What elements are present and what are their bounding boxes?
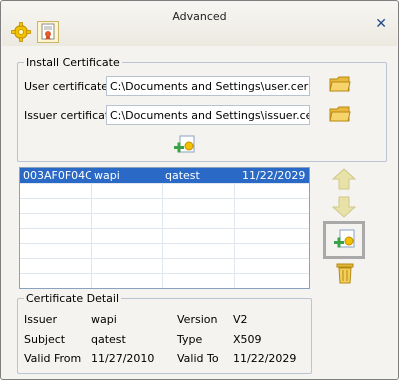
title-bar: Advanced ✕ [2, 2, 397, 46]
move-down-arrow-icon[interactable] [331, 196, 357, 218]
detail-valid-from-label: Valid From [24, 352, 82, 365]
close-icon[interactable]: ✕ [375, 16, 387, 32]
certificate-detail-legend: Certificate Detail [26, 292, 120, 305]
detail-valid-from-value: 11/27/2010 [91, 352, 155, 365]
detail-valid-to-label: Valid To [177, 352, 219, 365]
empty-row [20, 198, 309, 214]
empty-row [20, 258, 309, 274]
issuer-cell: wapi [94, 169, 120, 182]
detail-issuer-label: Issuer [24, 313, 57, 326]
gear-icon[interactable] [11, 22, 31, 42]
detail-type-value: X509 [233, 333, 262, 346]
certificate-list[interactable]: 003AF0F04C wapi qatest 11/22/2029 [19, 167, 310, 289]
browse-user-folder-icon[interactable] [329, 75, 351, 93]
advanced-dialog: Advanced ✕ Install Certificate User cert… [0, 0, 399, 380]
install-certificate-legend: Install Certificate [26, 56, 120, 69]
empty-row [20, 228, 309, 244]
user-certificate-label: User certificate [24, 80, 109, 93]
detail-subject-value: qatest [91, 333, 126, 346]
detail-version-label: Version [177, 313, 218, 326]
trash-icon[interactable] [335, 262, 355, 284]
move-up-arrow-icon[interactable] [331, 168, 357, 190]
serial-cell: 003AF0F04C [23, 169, 91, 182]
window-title: Advanced [172, 10, 227, 23]
detail-type-label: Type [177, 333, 203, 346]
empty-row [20, 243, 309, 259]
issuer-certificate-label: Issuer certificate [24, 109, 116, 122]
certificate-tab[interactable] [37, 21, 59, 43]
list-grid [20, 168, 309, 288]
browse-issuer-folder-icon[interactable] [329, 105, 351, 123]
empty-row [20, 183, 309, 199]
detail-version-value: V2 [233, 313, 248, 326]
subject-cell: qatest [165, 169, 200, 182]
detail-issuer-value: wapi [91, 313, 117, 326]
add-certificate-icon [334, 229, 355, 248]
detail-valid-to-value: 11/22/2029 [233, 352, 297, 365]
valid-to-cell: 11/22/2029 [242, 169, 306, 182]
empty-row [20, 273, 309, 288]
install-certificate-icon[interactable] [172, 134, 198, 156]
certificate-row[interactable]: 003AF0F04C wapi qatest 11/22/2029 [20, 168, 309, 184]
empty-row [20, 213, 309, 229]
detail-subject-label: Subject [24, 333, 66, 346]
user-certificate-field[interactable]: C:\Documents and Settings\user.cer [106, 76, 310, 96]
issuer-certificate-field[interactable]: C:\Documents and Settings\issuer.cer [106, 105, 310, 125]
add-certificate-button[interactable] [323, 221, 365, 259]
certificate-icon [41, 23, 55, 40]
